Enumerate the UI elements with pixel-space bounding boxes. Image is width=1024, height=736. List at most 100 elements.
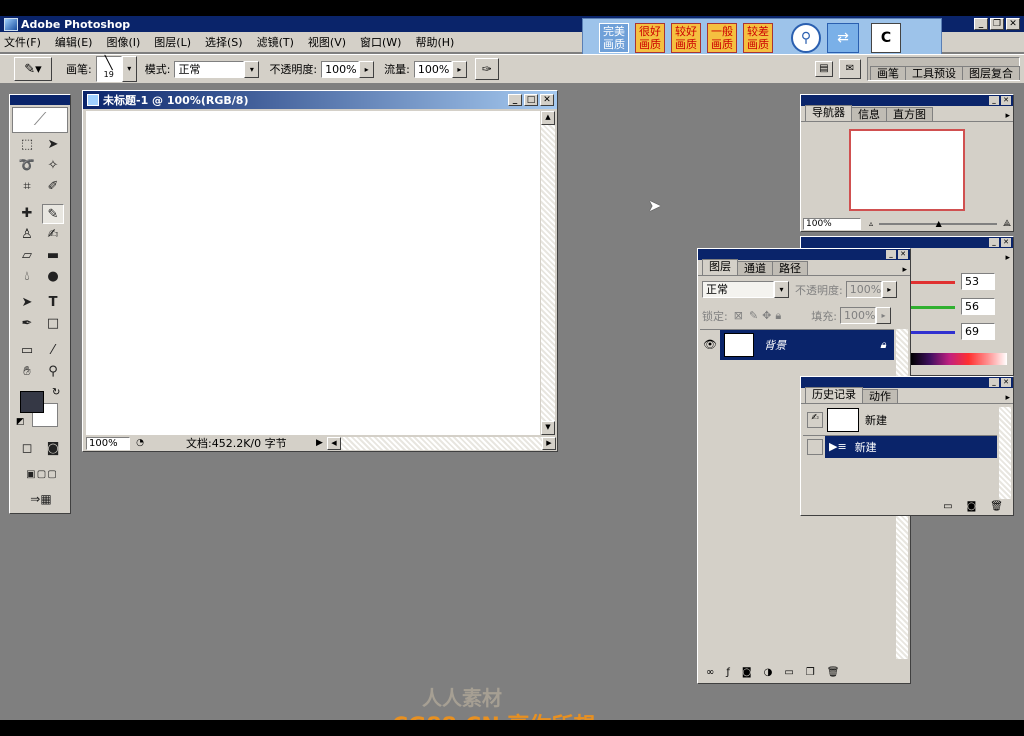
zoom-slider[interactable]: ▲ [879,219,997,228]
color-minimize-button[interactable]: _ [989,238,999,247]
type-tool-icon[interactable]: T [42,293,64,313]
layer-row[interactable]: 👁︎ 背景 🔒︎ [700,329,894,360]
doc-maximize-button[interactable]: □ [524,94,538,106]
delete-layer-icon[interactable]: 🗑︎ [827,667,840,678]
quality-good-button[interactable]: 较好画质 [671,23,701,53]
tab-info[interactable]: 信息 [851,107,887,121]
opacity-slider-button[interactable]: ▸ [359,60,375,78]
menu-layer[interactable]: 图层(L) [154,34,191,50]
fill-slider-button[interactable]: ▸ [875,307,891,324]
menu-image[interactable]: 图像(I) [106,34,140,50]
green-slider[interactable] [911,306,955,309]
canvas[interactable] [86,111,540,435]
brush-dropdown-button[interactable]: ▾ [121,56,137,82]
close-button[interactable]: ✕ [1006,18,1020,30]
tool-preset-picker[interactable]: ✎▾ [14,57,52,81]
layer-opacity-input[interactable]: 100% [845,281,882,298]
zoom-tool-icon[interactable]: ⚲ [42,362,64,382]
slice-tool-icon[interactable]: ✐ [42,177,64,197]
doc-minimize-button[interactable]: _ [508,94,522,106]
standard-mode-icon[interactable]: ◻ [16,439,38,459]
navigator-minimize-button[interactable]: _ [989,96,999,105]
layers-minimize-button[interactable]: _ [886,250,896,259]
delete-state-icon[interactable]: 🗑︎ [990,501,1003,512]
brush-tool-icon[interactable]: ✎ [42,204,64,224]
capture-icon[interactable]: C [871,23,901,53]
lock-transparency-icon[interactable]: ⊠ [734,309,743,322]
quality-normal-button[interactable]: 一般画质 [707,23,737,53]
blur-tool-icon[interactable]: 💧︎ [16,267,38,287]
status-menu-arrow-icon[interactable]: ▶ [316,438,323,448]
tab-history[interactable]: 历史记录 [805,387,863,403]
menu-file[interactable]: 文件(F) [4,34,41,50]
history-minimize-button[interactable]: _ [989,378,999,387]
navigator-preview[interactable] [849,129,965,211]
lasso-tool-icon[interactable]: ➰ [16,156,38,176]
new-layer-icon[interactable]: ❐ [806,667,815,678]
airbrush-icon[interactable]: ✑ [474,58,499,80]
hand-tool-icon[interactable]: ✋︎ [16,362,38,382]
status-info-icon[interactable]: ◔ [134,438,146,448]
tab-actions[interactable]: 动作 [862,389,898,403]
vertical-scrollbar[interactable]: ▲ ▼ [541,111,555,435]
mode-select[interactable]: 正常 [174,60,245,78]
menu-edit[interactable]: 编辑(E) [55,34,93,50]
history-brush-tool-icon[interactable]: ✍ [42,225,64,245]
navigator-zoom-field[interactable]: 100% [803,217,861,230]
zoom-level-field[interactable]: 100% [86,436,130,450]
new-snapshot-icon[interactable]: ◙ [967,501,977,512]
zoom-in-icon[interactable]: ⟁ [1003,219,1011,229]
lock-pixels-icon[interactable]: ✎ [749,309,758,322]
tab-paths[interactable]: 路径 [772,261,808,275]
history-close-button[interactable]: ✕ [1001,378,1011,387]
fill-input[interactable]: 100% [839,307,876,324]
pin-icon[interactable]: ⚲ [791,23,821,53]
tab-navigator[interactable]: 导航器 [805,105,852,121]
menu-filter[interactable]: 滤镜(T) [257,34,294,50]
lock-all-icon[interactable]: 🔒︎ [775,309,781,323]
default-colors-icon[interactable]: ◩ [16,417,25,427]
history-state-row[interactable]: ▶≡ 新建 [803,435,997,458]
quality-perfect-button[interactable]: 完美画质 [599,23,629,53]
layers-menu-icon[interactable]: ▸ [902,265,907,275]
path-selection-tool-icon[interactable]: ➤ [16,293,38,313]
brush-size-picker[interactable]: ╲ 19 [95,56,122,82]
screen-switch-icon[interactable]: ⇄ [827,23,859,53]
new-document-from-state-icon[interactable]: ▭ [943,501,952,512]
scroll-down-button[interactable]: ▼ [541,421,555,435]
menu-select[interactable]: 选择(S) [205,34,243,50]
layers-close-button[interactable]: ✕ [898,250,908,259]
clone-stamp-tool-icon[interactable]: ♙ [16,225,38,245]
well-tab-layer-comps[interactable]: 图层复合 [962,66,1020,80]
history-brush-source-icon[interactable]: ✍ [807,412,823,428]
screen-modes-icon[interactable]: ▣ ▢ ▢ [14,465,68,485]
scroll-right-button[interactable]: ▶ [542,436,556,450]
tab-layers[interactable]: 图层 [702,259,738,275]
blue-slider[interactable] [911,331,955,334]
foreground-color-swatch-front[interactable] [20,391,44,413]
doc-close-button[interactable]: ✕ [540,94,554,106]
red-value-input[interactable]: 53 [961,273,995,290]
menu-view[interactable]: 视图(V) [308,34,346,50]
gradient-tool-icon[interactable]: ▬ [42,246,64,266]
horizontal-scrollbar[interactable] [340,436,542,450]
navigator-menu-icon[interactable]: ▸ [1005,111,1010,121]
feather-logo-icon[interactable]: ⟋ [12,107,68,133]
quality-poor-button[interactable]: 较差画质 [743,23,773,53]
menu-help[interactable]: 帮助(H) [415,34,454,50]
magic-wand-tool-icon[interactable]: ✧ [42,156,64,176]
restore-button[interactable]: ❐ [990,18,1004,30]
quick-mask-mode-icon[interactable]: ◙ [42,439,64,459]
link-layers-icon[interactable]: ∞ [706,667,714,678]
color-close-button[interactable]: ✕ [1001,238,1011,247]
blend-mode-select[interactable]: 正常 [702,281,774,298]
palette-toggle-icon[interactable]: ✉ [839,59,861,79]
new-group-icon[interactable]: ▭ [784,667,793,678]
adjustment-layer-icon[interactable]: ◑ [764,667,773,678]
layer-style-icon[interactable]: ƒ [726,667,730,678]
shape-tool-icon[interactable]: □ [42,314,64,334]
history-snapshot-row[interactable]: ✍ 新建 [803,407,997,433]
eyedropper-tool-icon[interactable]: ⁄ [42,341,64,361]
dodge-tool-icon[interactable]: ● [42,267,64,287]
pen-tool-icon[interactable]: ✒ [16,314,38,334]
